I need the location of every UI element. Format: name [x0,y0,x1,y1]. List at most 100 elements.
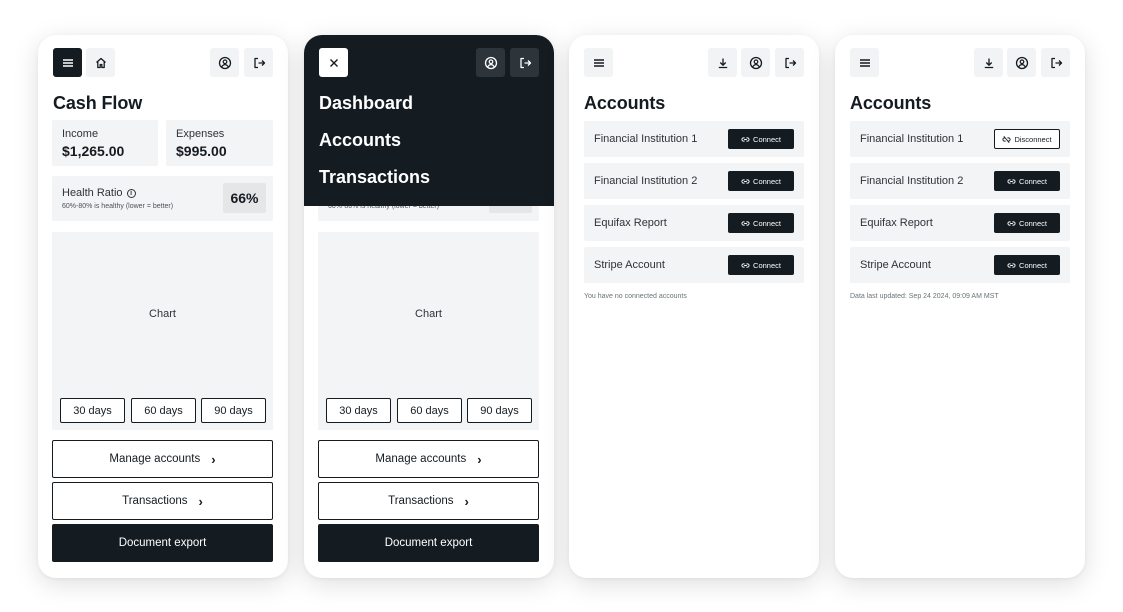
account-row: Financial Institution 2 Connect [850,163,1070,199]
hamburger-icon [62,58,73,67]
profile-button[interactable] [210,48,239,77]
menu-button[interactable] [53,48,82,77]
connect-label: Connect [753,134,781,144]
income-label: Income [62,128,99,140]
dashboard-screen: Cash Flow Income $1,265.00 Expenses $995… [38,35,288,578]
user-circle-icon [218,56,231,69]
transactions-label: Transactions [122,495,188,507]
logout-icon [519,57,531,68]
manage-accounts-button[interactable]: Manage accounts › [318,440,539,478]
document-export-button[interactable]: Document export [52,524,273,562]
menu-item-accounts[interactable]: Accounts [319,130,401,151]
hamburger-icon [859,58,870,67]
logout-button[interactable] [775,48,804,77]
account-name: Stripe Account [860,259,931,271]
profile-button[interactable] [476,48,505,77]
logout-button[interactable] [510,48,539,77]
connect-label: Connect [1019,218,1047,228]
info-icon[interactable]: i [126,189,136,198]
transactions-label: Transactions [388,495,454,507]
link-icon [741,220,750,226]
range-60-days-button[interactable]: 60 days [397,398,462,423]
nav-menu-overlay: Dashboard Accounts Transactions [304,35,554,206]
account-name: Equifax Report [594,217,667,229]
home-button[interactable] [86,48,115,77]
connect-label: Connect [1019,176,1047,186]
manage-accounts-button[interactable]: Manage accounts › [52,440,273,478]
unlink-icon [1002,135,1011,143]
user-circle-icon [484,56,497,69]
account-row: Equifax Report Connect [584,205,804,241]
chart-area: Chart 30 days 60 days 90 days [52,232,273,430]
download-icon [984,58,993,68]
chart-placeholder: Chart [149,308,176,320]
dashboard-menu-screen: 60%-80% is healthy (lower = better) 66% … [304,35,554,578]
link-icon [1007,178,1016,184]
range-30-days-button[interactable]: 30 days [326,398,391,423]
profile-button[interactable] [1007,48,1036,77]
last-updated-note: Data last updated: Sep 24 2024, 09:09 AM… [850,293,999,300]
health-ratio-value: 66% [223,183,266,213]
connect-button[interactable]: Connect [728,255,794,275]
link-icon [1007,262,1016,268]
accounts-screen: Accounts Financial Institution 1 Connect… [569,35,819,578]
health-ratio-label: Health Ratio [62,187,123,199]
manage-accounts-label: Manage accounts [375,453,467,465]
accounts-connected-screen: Accounts Financial Institution 1 Disconn… [835,35,1085,578]
close-icon [329,58,338,67]
range-90-days-button[interactable]: 90 days [201,398,266,423]
account-name: Equifax Report [860,217,933,229]
profile-button[interactable] [741,48,770,77]
connect-button[interactable]: Connect [728,171,794,191]
connect-label: Connect [753,260,781,270]
user-circle-icon [749,56,762,69]
account-name: Financial Institution 2 [860,175,964,187]
expenses-card: Expenses $995.00 [166,120,273,166]
account-row: Equifax Report Connect [850,205,1070,241]
health-ratio-title: Health Ratio i [62,187,136,199]
menu-button[interactable] [850,48,879,77]
account-name: Stripe Account [594,259,665,271]
account-name: Financial Institution 2 [594,175,698,187]
top-bar [38,35,288,95]
chart-area: Chart 30 days 60 days 90 days [318,232,539,430]
logout-icon [253,57,265,68]
account-row: Stripe Account Connect [850,247,1070,283]
disconnect-button[interactable]: Disconnect [994,129,1060,149]
connect-button[interactable]: Connect [728,129,794,149]
account-row: Financial Institution 2 Connect [584,163,804,199]
user-circle-icon [1015,56,1028,69]
logout-button[interactable] [1041,48,1070,77]
connect-button[interactable]: Connect [728,213,794,233]
menu-button[interactable] [584,48,613,77]
logout-icon [1050,57,1062,68]
chevron-right-icon: › [464,493,469,509]
chevron-right-icon: › [198,493,203,509]
download-icon [718,58,727,68]
expenses-value: $995.00 [176,143,227,159]
document-export-button[interactable]: Document export [318,524,539,562]
connect-label: Connect [1019,260,1047,270]
transactions-button[interactable]: Transactions › [52,482,273,520]
close-menu-button[interactable] [319,48,348,77]
link-icon [741,136,750,142]
health-ratio-card: Health Ratio i 60%-80% is healthy (lower … [52,176,273,221]
account-name: Financial Institution 1 [860,133,964,145]
logout-button[interactable] [244,48,273,77]
transactions-button[interactable]: Transactions › [318,482,539,520]
menu-item-dashboard[interactable]: Dashboard [319,93,413,114]
connect-button[interactable]: Connect [994,255,1060,275]
download-button[interactable] [708,48,737,77]
menu-item-transactions[interactable]: Transactions [319,167,430,188]
connect-button[interactable]: Connect [994,171,1060,191]
range-90-days-button[interactable]: 90 days [467,398,532,423]
range-60-days-button[interactable]: 60 days [131,398,196,423]
account-row: Financial Institution 1 Connect [584,121,804,157]
download-button[interactable] [974,48,1003,77]
page-title: Accounts [584,93,666,113]
top-bar [569,35,819,95]
range-30-days-button[interactable]: 30 days [60,398,125,423]
manage-accounts-label: Manage accounts [109,453,201,465]
chevron-right-icon: › [477,451,482,467]
connect-button[interactable]: Connect [994,213,1060,233]
